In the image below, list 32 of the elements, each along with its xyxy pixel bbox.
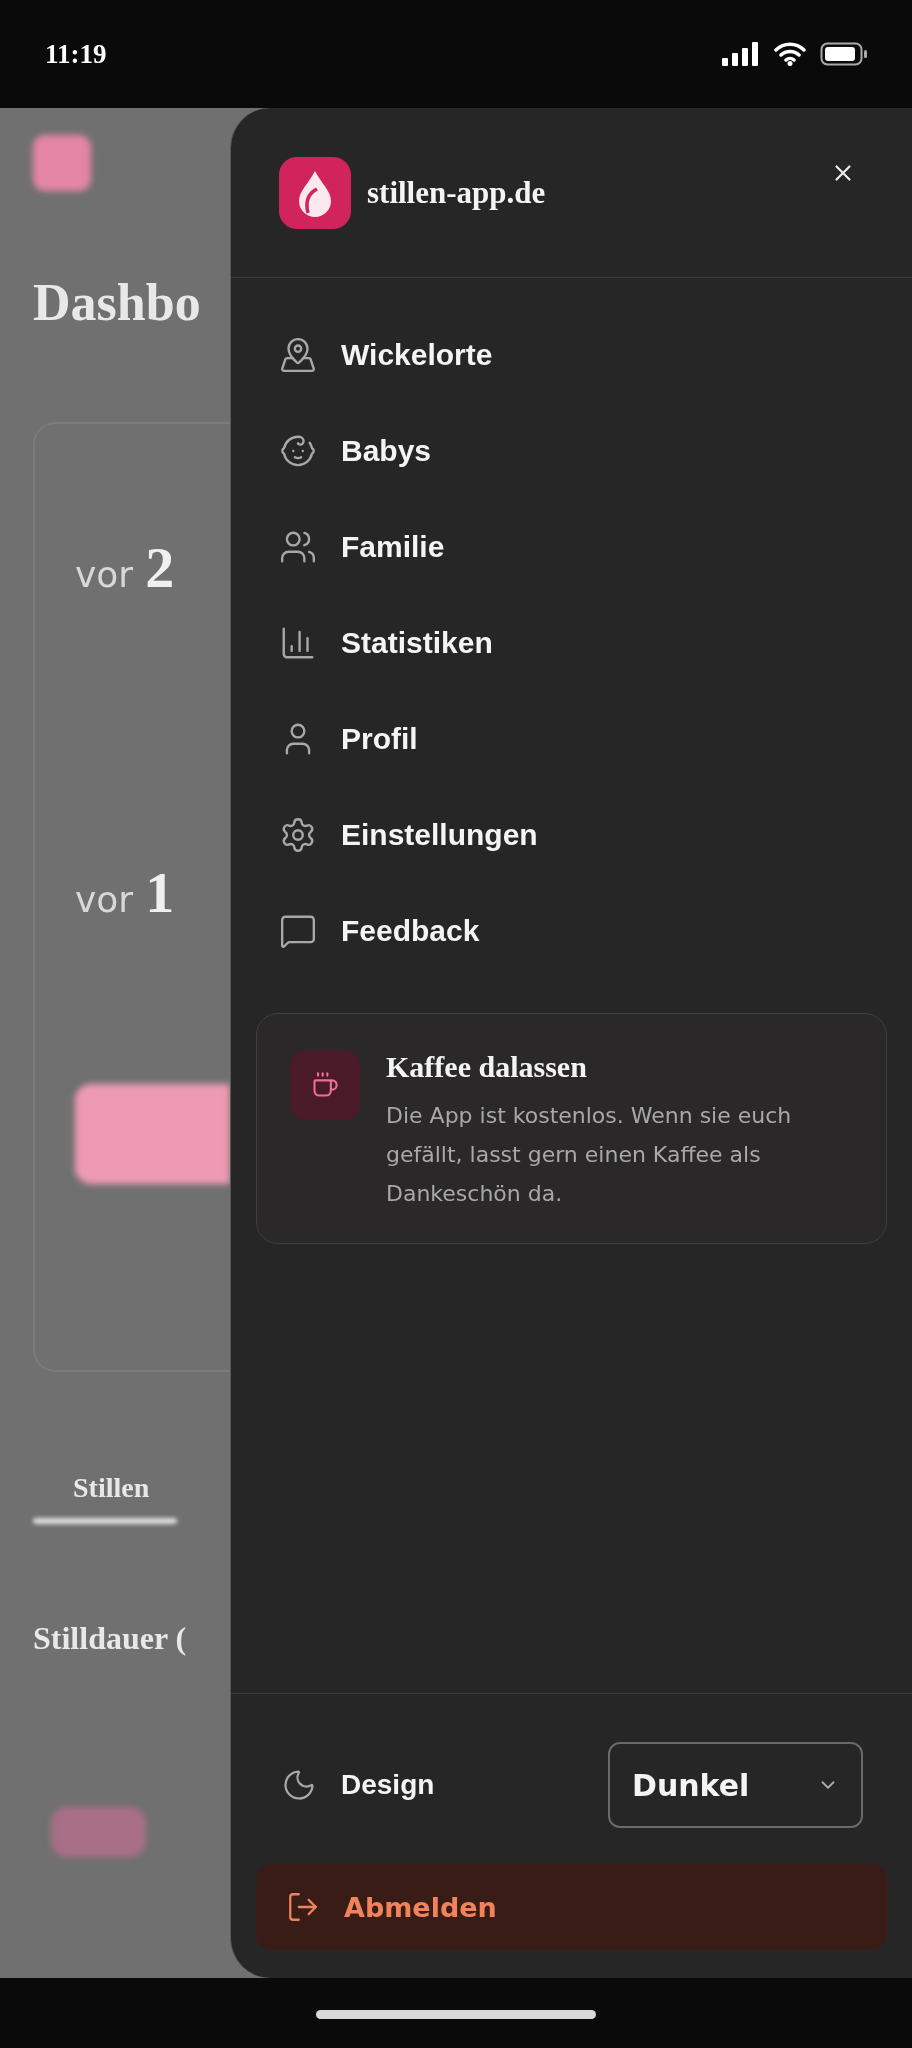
stat-number: 1 [145, 859, 175, 926]
menu-item[interactable]: Wickelorte [279, 307, 493, 403]
brand-name: stillen-app.de [367, 174, 546, 211]
coffee-icon [290, 1050, 360, 1120]
stat-prefix: vor [75, 554, 134, 595]
design-label: Design [341, 1769, 435, 1801]
page-title: Dashbo [33, 273, 202, 332]
logo-icon [279, 156, 351, 229]
wifi-icon [774, 42, 806, 66]
card-title: Kaffee dalassen [386, 1050, 588, 1084]
menu-item[interactable]: Statistiken [279, 595, 493, 691]
logout-icon [286, 1890, 320, 1924]
section-title: Stilldauer ( [33, 1620, 188, 1657]
signal-icon [722, 42, 760, 66]
stat-number: 2 [145, 534, 175, 601]
menu-item[interactable]: Profil [279, 691, 418, 787]
stat-prefix: vor [75, 879, 134, 920]
app-logo [33, 135, 91, 191]
logout-button[interactable]: Abmelden [256, 1864, 887, 1950]
moon-icon [281, 1767, 317, 1803]
menu-item[interactable]: Feedback [279, 883, 480, 979]
theme-select[interactable]: Dunkel [608, 1742, 863, 1828]
menu-item[interactable]: Einstellungen [279, 787, 538, 883]
primary-button[interactable] [75, 1084, 230, 1184]
menu-item[interactable]: Babys [279, 403, 432, 499]
card-text: Die App ist kostenlos. Wenn sie euch gefällt, lasst gern einen Kaffee als Dankeschön da. [386, 1102, 793, 1208]
menu-item[interactable]: Familie [279, 499, 445, 595]
tab[interactable]: Stillen [73, 1472, 230, 1504]
battery-icon [820, 42, 868, 66]
map-pin-icon [279, 336, 317, 374]
nav-item-highlight[interactable] [51, 1807, 146, 1857]
status-time: 11:19 [45, 38, 107, 70]
